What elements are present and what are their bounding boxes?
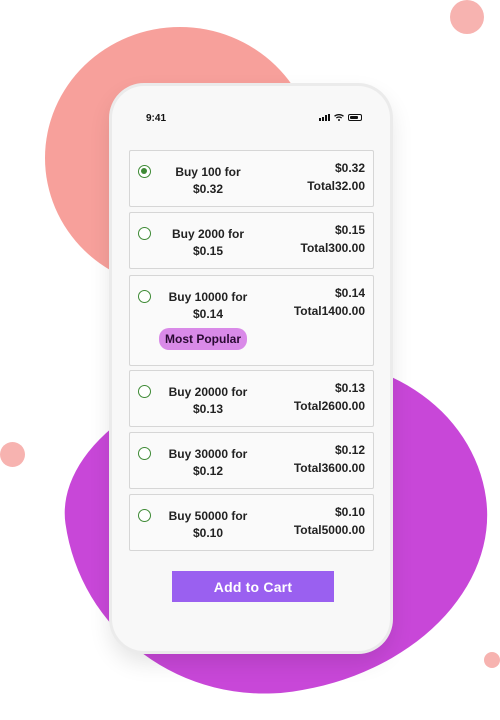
- option-quantity: Buy 2000 for: [171, 227, 245, 241]
- option-total: Total2600.00: [293, 399, 365, 413]
- radio-button-icon[interactable]: [138, 385, 151, 398]
- option-price: $0.10: [334, 505, 365, 519]
- price-option[interactable]: Buy 10000 for $0.14 $0.14 Total1400.00 Most …: [129, 275, 374, 366]
- option-unit-price: $0.14: [192, 307, 224, 321]
- option-unit-price: $0.32: [192, 182, 224, 196]
- add-to-cart-button[interactable]: Add to Cart: [172, 571, 334, 602]
- option-title: Buy 2000 for $0.15: [158, 226, 258, 260]
- price-option[interactable]: Buy 100 for $0.32 $0.32 Total32.00: [129, 150, 374, 207]
- phone-frame: 9:41 Buy 100 for $0.32 $0.32 Total32.00 Buy …: [112, 86, 390, 651]
- most-popular-badge: Most Popular: [159, 328, 248, 350]
- signal-icon: [319, 114, 330, 121]
- option-total: Total1400.00: [293, 304, 365, 318]
- option-quantity: Buy 30000 for: [168, 447, 248, 461]
- option-title: Buy 10000 for $0.14: [158, 289, 258, 323]
- battery-icon: [348, 114, 362, 121]
- option-quantity: Buy 100 for: [175, 165, 241, 179]
- radio-button-icon[interactable]: [138, 227, 151, 240]
- option-total: Total3600.00: [293, 461, 365, 475]
- radio-button-icon[interactable]: [138, 447, 151, 460]
- option-price: $0.14: [334, 286, 365, 300]
- wifi-icon: [334, 114, 344, 121]
- option-title: Buy 30000 for $0.12: [158, 446, 258, 480]
- radio-button-icon[interactable]: [138, 165, 151, 178]
- option-total: Total5000.00: [293, 523, 365, 537]
- option-price: $0.12: [334, 443, 365, 457]
- option-price: $0.13: [334, 381, 365, 395]
- option-unit-price: $0.12: [192, 464, 224, 478]
- option-title: Buy 20000 for $0.13: [158, 384, 258, 418]
- price-option[interactable]: Buy 20000 for $0.13 $0.13 Total2600.00: [129, 370, 374, 427]
- radio-button-icon[interactable]: [138, 290, 151, 303]
- radio-button-icon[interactable]: [138, 509, 151, 522]
- status-bar: 9:41: [112, 86, 390, 126]
- status-icons: [319, 114, 362, 121]
- option-total: Total32.00: [307, 179, 365, 193]
- option-title: Buy 50000 for $0.10: [158, 508, 258, 542]
- option-title: Buy 100 for $0.32: [158, 164, 258, 198]
- price-option[interactable]: Buy 50000 for $0.10 $0.10 Total5000.00: [129, 494, 374, 551]
- option-unit-price: $0.10: [192, 526, 224, 540]
- option-unit-price: $0.15: [192, 244, 224, 258]
- option-total: Total300.00: [300, 241, 365, 255]
- option-quantity: Buy 10000 for: [168, 290, 248, 304]
- decorative-dot: [0, 442, 25, 467]
- option-quantity: Buy 20000 for: [168, 385, 248, 399]
- option-price: $0.32: [334, 161, 365, 175]
- option-quantity: Buy 50000 for: [168, 509, 248, 523]
- option-price: $0.15: [334, 223, 365, 237]
- option-unit-price: $0.13: [192, 402, 224, 416]
- price-option[interactable]: Buy 30000 for $0.12 $0.12 Total3600.00: [129, 432, 374, 489]
- price-option[interactable]: Buy 2000 for $0.15 $0.15 Total300.00: [129, 212, 374, 269]
- decorative-dot: [484, 652, 500, 668]
- decorative-dot: [450, 0, 484, 34]
- status-time: 9:41: [146, 113, 167, 124]
